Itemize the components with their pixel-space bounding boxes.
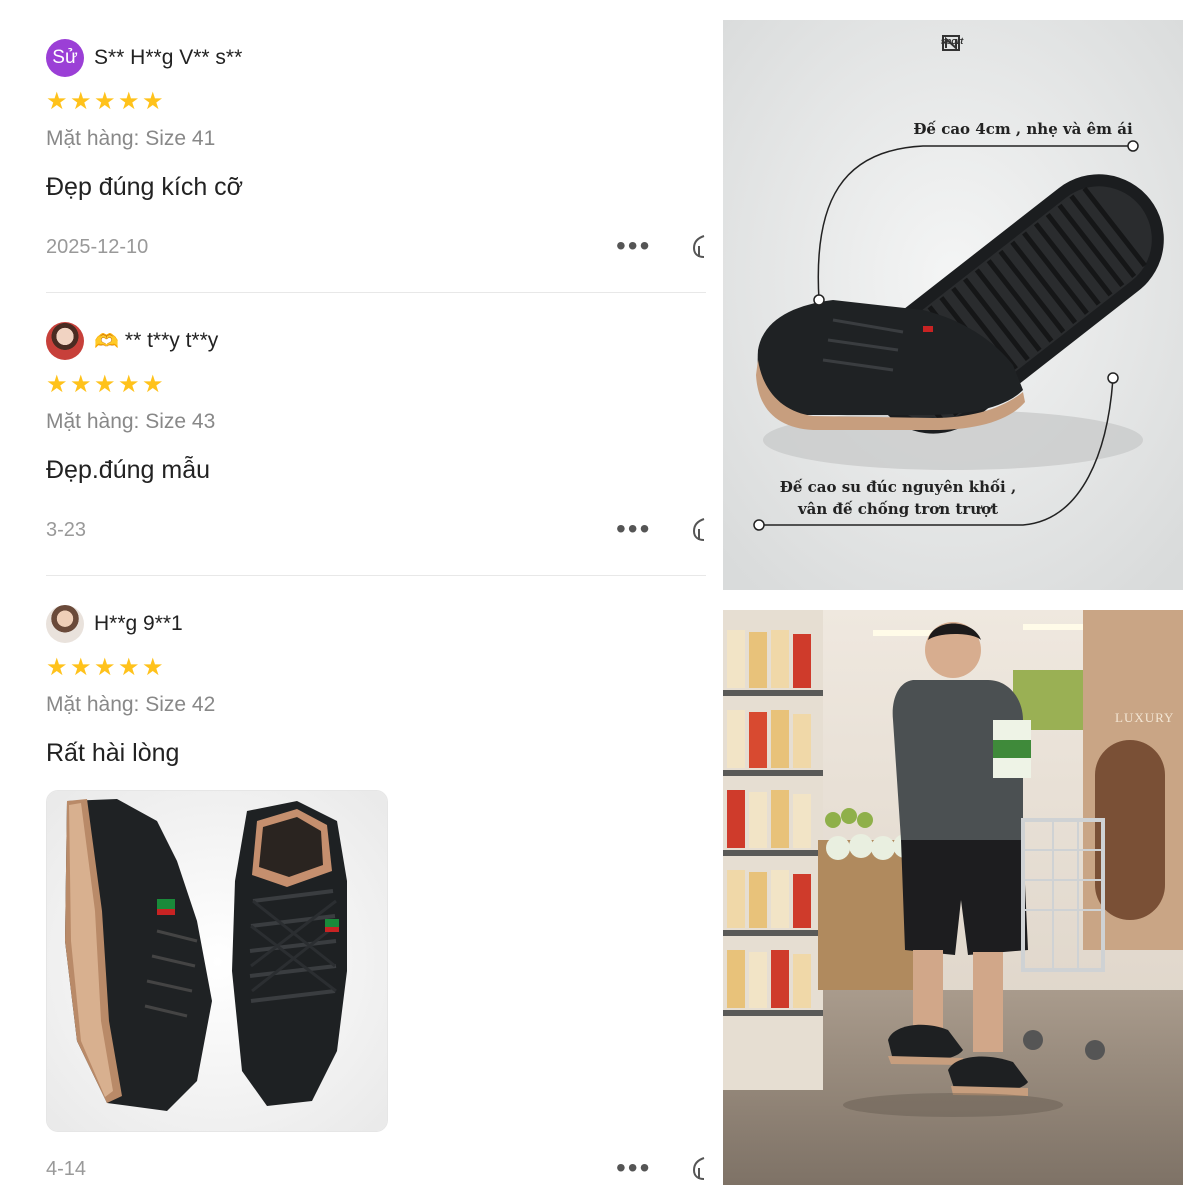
lifestyle-image[interactable]: LUXURY [723, 610, 1183, 1185]
more-horizontal-icon[interactable]: ••• [616, 232, 651, 260]
heart-hands-icon: 🫶 [94, 330, 119, 353]
star-icon: ★ [118, 654, 140, 681]
review-text: Rất hài lòng [46, 739, 180, 767]
review-item: Sử S** H**g V** s** ★ ★ ★ ★ ★ Mặt hàng: … [46, 38, 706, 260]
avatar[interactable] [46, 605, 84, 643]
more-horizontal-icon[interactable]: ••• [616, 1154, 651, 1182]
star-icon: ★ [46, 88, 68, 115]
review-text: Đẹp đúng kích cỡ [46, 173, 244, 201]
review-header: Sử S** H**g V** s** [46, 38, 706, 78]
brand-logo-text: sport [940, 36, 964, 46]
star-icon: ★ [118, 371, 140, 398]
review-item: 🫶 ** t**y t**y ★ ★ ★ ★ ★ Mặt hàng: Size … [46, 321, 706, 543]
username[interactable]: H**g 9**1 [94, 612, 183, 636]
avatar[interactable] [46, 322, 84, 360]
avatar-initials: Sử [52, 47, 78, 68]
star-rating: ★ ★ ★ ★ ★ [46, 654, 706, 681]
supermarket-scene [723, 610, 1183, 1185]
star-rating: ★ ★ ★ ★ ★ [46, 371, 706, 398]
star-icon: ★ [46, 654, 68, 681]
annotation-bottom-line2: vân đế chống trơn trượt [797, 500, 999, 518]
review-variant: Mặt hàng: Size 43 [46, 410, 216, 433]
thumbs-up-icon[interactable] [690, 1154, 706, 1182]
annotation-bottom-line1: Đế cao su đúc nguyên khối , [779, 478, 1017, 496]
username-text: S** H**g V** s** [94, 46, 243, 69]
avatar[interactable]: Sử [46, 39, 84, 77]
review-variant: Mặt hàng: Size 41 [46, 127, 216, 150]
thumbs-up-icon[interactable] [690, 515, 706, 543]
review-photo[interactable] [46, 790, 388, 1132]
annotation-top: Đế cao 4cm , nhẹ và êm ái [913, 120, 1133, 138]
shoe-photo-illustration [47, 791, 387, 1131]
username[interactable]: S** H**g V** s** [94, 46, 242, 70]
star-icon: ★ [70, 371, 92, 398]
star-icon: ★ [142, 654, 164, 681]
review-date: 3-23 [46, 518, 87, 541]
star-icon: ★ [70, 88, 92, 115]
more-horizontal-icon[interactable]: ••• [616, 515, 651, 543]
star-icon: ★ [46, 371, 68, 398]
username[interactable]: 🫶 ** t**y t**y [94, 329, 218, 354]
username-text: ** t**y t**y [124, 329, 219, 352]
store-sign-text: LUXURY [1115, 710, 1175, 725]
star-icon: ★ [142, 88, 164, 115]
star-icon: ★ [94, 654, 116, 681]
thumbs-up-icon[interactable] [690, 232, 706, 260]
review-variant: Mặt hàng: Size 42 [46, 693, 216, 716]
star-icon: ★ [70, 654, 92, 681]
review-date: 4-14 [46, 1157, 87, 1180]
review-item: H**g 9**1 ★ ★ ★ ★ ★ Mặt hàng: Size 42 Rấ… [46, 604, 706, 1182]
star-icon: ★ [118, 88, 140, 115]
review-header: H**g 9**1 [46, 604, 706, 644]
star-icon: ★ [94, 371, 116, 398]
star-icon: ★ [94, 88, 116, 115]
divider [46, 292, 706, 293]
username-text: H**g 9**1 [94, 612, 183, 635]
star-icon: ★ [142, 371, 164, 398]
review-header: 🫶 ** t**y t**y [46, 321, 706, 361]
review-date: 2025-12-10 [46, 235, 149, 258]
star-rating: ★ ★ ★ ★ ★ [46, 88, 706, 115]
review-text: Đẹp.đúng mẫu [46, 456, 211, 484]
review-footer: 3-23 ••• [46, 515, 706, 545]
review-footer: 4-14 ••• [46, 1154, 706, 1184]
product-feature-image[interactable]: sport Đế cao 4cm , nhẹ và êm ái Đế cao s… [723, 20, 1183, 590]
review-footer: 2025-12-10 ••• [46, 232, 706, 262]
divider [46, 575, 706, 576]
